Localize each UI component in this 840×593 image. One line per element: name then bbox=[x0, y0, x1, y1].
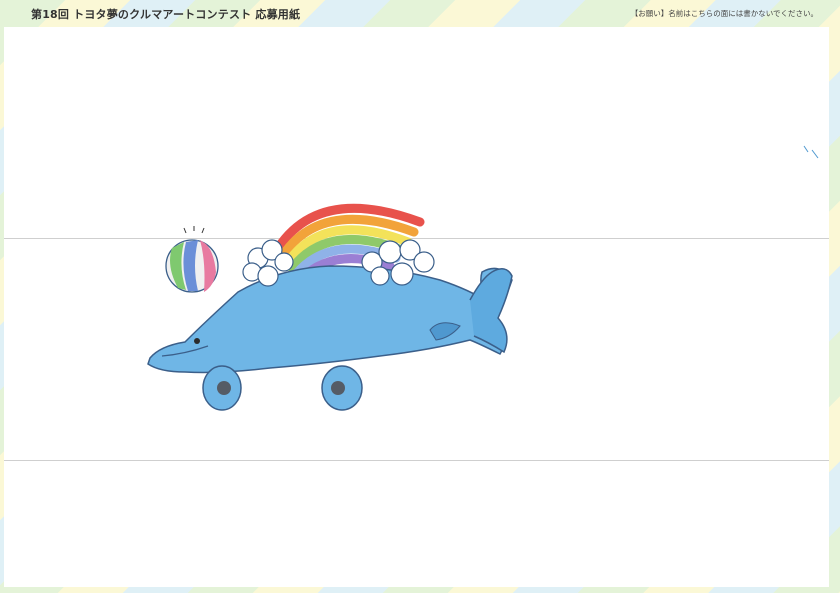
front-wheel bbox=[202, 365, 242, 411]
ball-motion-marks bbox=[183, 226, 205, 234]
dolphin-eye bbox=[194, 338, 200, 344]
child-drawing bbox=[147, 145, 819, 411]
contest-application-sheet: 第18回 トヨタ夢のクルマアートコンテスト 応募用紙 【お願い】名前はこちらの面… bbox=[0, 0, 840, 593]
rear-wheel bbox=[321, 365, 363, 411]
beach-ball bbox=[165, 239, 219, 293]
stray-marks bbox=[803, 145, 819, 159]
